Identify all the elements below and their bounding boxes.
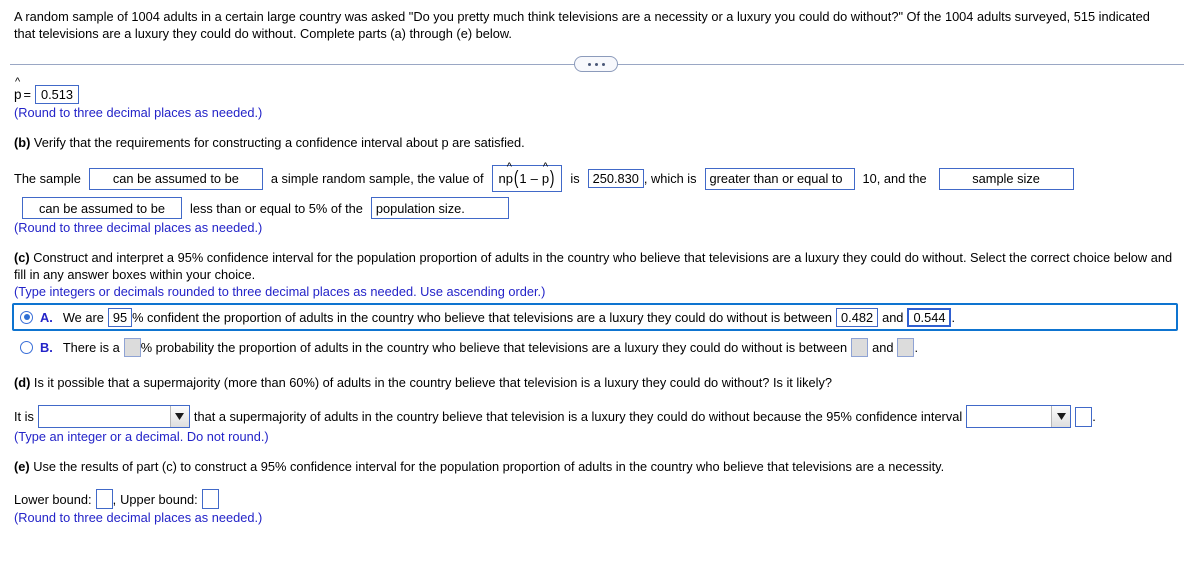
choice-a-container[interactable]: A. We are 95 % confident the proportion …: [12, 303, 1178, 331]
part-e-text: Use the results of part (c) to construct…: [29, 459, 945, 474]
dot-2-icon: [594, 62, 598, 66]
hat-icon-2: ^: [542, 161, 549, 173]
choice-a-upper-input[interactable]: 0.544: [906, 306, 953, 328]
choice-b-upper-input[interactable]: [897, 337, 915, 357]
phat-value-input[interactable]: 0.513: [35, 85, 79, 104]
part-b-prompt: (b) Verify that the requirements for con…: [14, 134, 1184, 151]
part-c-choice-a-row: A. We are 95 % confident the proportion …: [8, 303, 1192, 331]
choice-a-mid: % confident the proportion of adults in …: [132, 309, 833, 325]
part-b-s6: less than or equal to 5% of the: [190, 200, 363, 216]
part-b-line-1: The sample can be assumed to be a simple…: [14, 161, 1192, 192]
np-value-input[interactable]: 250.830: [587, 169, 644, 188]
section-divider: [8, 51, 1192, 77]
part-d-dropdown-1[interactable]: [37, 405, 190, 428]
choice-b-and: and: [872, 339, 894, 355]
part-c-label: (c): [14, 250, 30, 265]
n-symbol: n: [498, 171, 506, 186]
choice-b-letter[interactable]: B.: [40, 340, 53, 355]
choice-a-letter[interactable]: A.: [40, 310, 53, 325]
right-paren: ): [549, 168, 555, 189]
left-paren: (: [513, 168, 519, 189]
part-b-text: Verify that the requirements for constru…: [30, 135, 525, 150]
part-b-round-note: (Round to three decimal places as needed…: [14, 220, 263, 235]
part-b-dropdown-4[interactable]: can be assumed to be: [22, 197, 182, 219]
choice-a-text: We are 95 % confident the proportion of …: [62, 306, 956, 328]
hat-icon-1: ^: [506, 161, 512, 173]
part-d-prompt: (d) Is it possible that a supermajority …: [14, 374, 1184, 391]
part-e-prompt: (e) Use the results of part (c) to const…: [14, 458, 1184, 475]
phat-inline-1: ^ p: [505, 161, 514, 187]
part-d-round-note: (Type an integer or a decimal. Do not ro…: [14, 429, 269, 444]
choice-b-container[interactable]: B. There is a % probability the proporti…: [12, 333, 1178, 361]
phat-symbol: ^ p: [14, 76, 22, 103]
radio-choice-b[interactable]: [20, 340, 33, 354]
one-symbol: 1: [519, 171, 527, 186]
part-e-upper-label: Upper bound:: [120, 491, 198, 507]
hat-accent-icon: ^: [15, 76, 21, 88]
np-expression-box: n ^ p(1– ^ p): [491, 161, 563, 192]
part-d-value-input[interactable]: [1075, 406, 1093, 427]
choice-b-mid: % probability the proportion of adults i…: [140, 339, 848, 355]
part-d-s1: It is: [14, 409, 34, 424]
part-c-prompt: (c) Construct and interpret a 95% confid…: [14, 249, 1184, 283]
part-d-answer-row: It is that a supermajority of adults in …: [14, 405, 1192, 428]
radio-choice-a[interactable]: [20, 310, 33, 324]
part-b-label: (b): [14, 135, 31, 150]
more-options-icon[interactable]: [574, 56, 618, 72]
phat-inline-2: ^ p: [541, 161, 550, 187]
part-e-bounds-row: Lower bound: , Upper bound:: [14, 489, 1192, 509]
part-c-round-note: (Type integers or decimals rounded to th…: [14, 284, 546, 299]
part-d-s2: that a supermajority of adults in the co…: [193, 409, 963, 424]
chevron-down-icon-1[interactable]: [169, 406, 189, 427]
dot-3-icon: [601, 62, 605, 66]
part-b-dropdown-3[interactable]: sample size: [938, 167, 1074, 190]
part-e-comma: ,: [112, 491, 117, 507]
part-c-text: Construct and interpret a 95% confidence…: [14, 250, 1173, 282]
part-d-dropdown-2-value: [967, 406, 1051, 427]
part-e-lower-label: Lower bound:: [14, 491, 92, 507]
part-e-lower-input[interactable]: [95, 489, 113, 509]
choice-a-period: .: [951, 309, 956, 325]
choice-b-period: .: [914, 339, 919, 355]
part-a-answer-row: ^ p = 0.513: [14, 76, 1192, 104]
part-e-round-note: (Round to three decimal places as needed…: [14, 510, 263, 525]
chevron-down-icon-2[interactable]: [1051, 406, 1071, 427]
equals-sign: =: [23, 87, 31, 102]
part-d-dropdown-1-value: [39, 406, 170, 427]
problem-statement: A random sample of 1004 adults in a cert…: [14, 9, 1150, 41]
part-b-s1: The sample: [14, 171, 81, 186]
part-b-s5: 10, and the: [862, 171, 927, 186]
part-a-round-note: (Round to three decimal places as needed…: [14, 105, 263, 120]
part-d-text: Is it possible that a supermajority (mor…: [30, 375, 832, 390]
choice-b-probability-input[interactable]: [123, 337, 141, 357]
choice-b-text: There is a % probability the proportion …: [62, 337, 919, 357]
part-b-dropdown-2[interactable]: greater than or equal to: [704, 167, 855, 190]
dot-1-icon: [587, 62, 591, 66]
part-e-upper-input[interactable]: [201, 489, 219, 509]
part-b-s2: a simple random sample, the value of: [270, 171, 484, 186]
choice-b-lower-input[interactable]: [851, 337, 869, 357]
part-e-label: (e): [14, 459, 30, 474]
minus-symbol: –: [530, 171, 538, 186]
choice-a-before: We are: [62, 309, 104, 325]
part-d-period: .: [1092, 409, 1096, 424]
choice-b-before: There is a: [62, 339, 120, 355]
question-page: A random sample of 1004 adults in a cert…: [0, 0, 1200, 526]
part-b-line-2: can be assumed to be less than or equal …: [22, 197, 1192, 219]
choice-a-lower-input[interactable]: 0.482: [836, 307, 879, 327]
part-d-label: (d): [14, 375, 31, 390]
part-b-s3: is: [570, 171, 580, 186]
part-c-choice-b-row: B. There is a % probability the proporti…: [8, 334, 1192, 360]
choice-a-and: and: [882, 309, 904, 325]
choice-a-confidence-input[interactable]: 95: [107, 307, 133, 327]
part-b-dropdown-5[interactable]: population size.: [370, 197, 509, 219]
part-d-dropdown-2[interactable]: [966, 405, 1072, 428]
part-b-dropdown-1[interactable]: can be assumed to be: [88, 167, 263, 190]
part-b-s4: , which is: [643, 171, 697, 186]
